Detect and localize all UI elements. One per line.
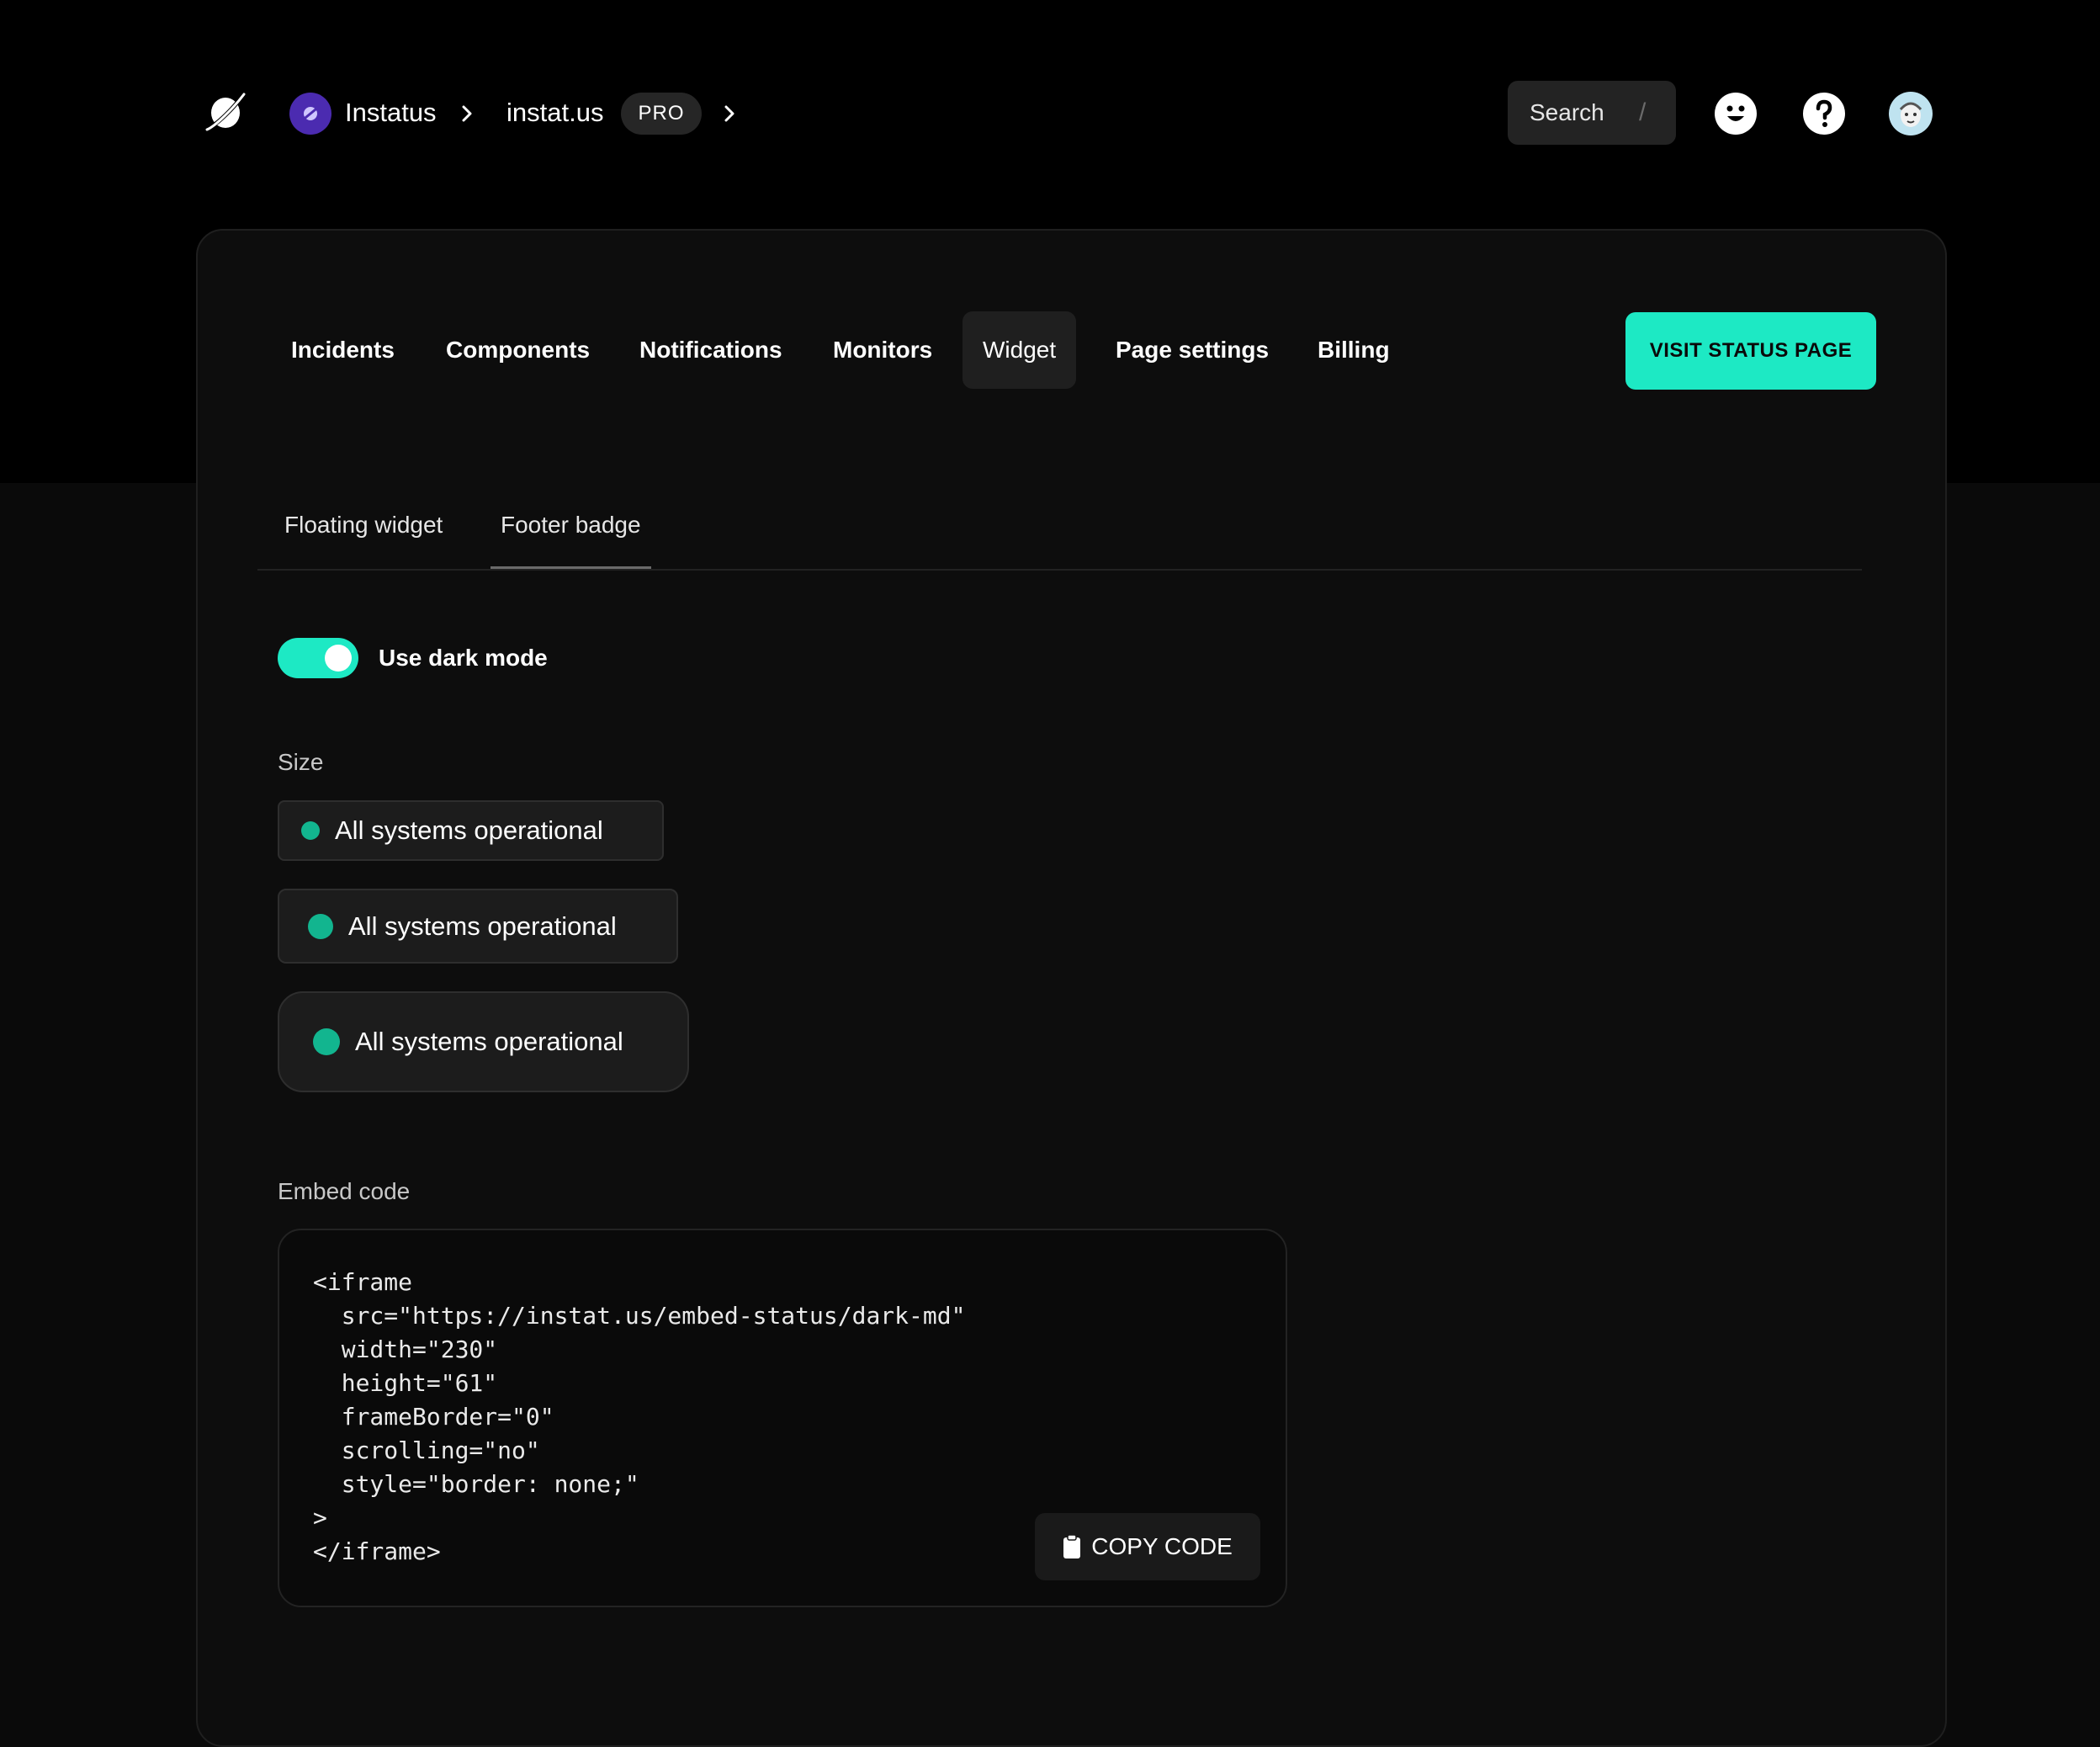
copy-code-button[interactable]: COPY CODE xyxy=(1035,1513,1260,1580)
user-avatar[interactable] xyxy=(1888,91,1933,136)
size-option-label: All systems operational xyxy=(348,911,617,941)
clipboard-icon xyxy=(1063,1534,1081,1558)
dark-mode-toggle[interactable] xyxy=(278,638,358,678)
subtab-floating-widget[interactable]: Floating widget xyxy=(284,505,443,545)
breadcrumb-page[interactable]: instat.us xyxy=(506,94,603,131)
size-option-medium[interactable]: All systems operational xyxy=(278,889,678,964)
embed-code-box[interactable]: <iframe src="https://instat.us/embed-sta… xyxy=(278,1229,1287,1607)
copy-code-label: COPY CODE xyxy=(1091,1533,1233,1559)
size-option-small[interactable]: All systems operational xyxy=(278,800,664,861)
org-planet-icon xyxy=(300,104,321,123)
subtab-divider xyxy=(257,569,1862,571)
tab-components[interactable]: Components xyxy=(426,311,610,389)
smiley-icon[interactable] xyxy=(1713,91,1758,136)
embed-code[interactable]: <iframe src="https://instat.us/embed-sta… xyxy=(313,1266,965,1569)
breadcrumb-org[interactable]: Instatus xyxy=(345,94,437,131)
size-option-label: All systems operational xyxy=(335,815,603,845)
search-button[interactable]: Search / xyxy=(1508,81,1676,145)
size-option-large[interactable]: All systems operational xyxy=(278,991,689,1092)
top-bar: Instatus instat.us PRO Search / xyxy=(0,0,2100,227)
search-shortcut: / xyxy=(1639,98,1647,126)
status-dot xyxy=(308,913,333,939)
embed-code-label: Embed code xyxy=(278,1178,411,1204)
tab-billing[interactable]: Billing xyxy=(1297,311,1410,389)
toggle-knob xyxy=(325,645,352,672)
size-label: Size xyxy=(278,749,324,775)
org-avatar[interactable] xyxy=(289,93,331,135)
tab-monitors[interactable]: Monitors xyxy=(813,311,952,389)
visit-status-page-button[interactable]: VISIT STATUS PAGE xyxy=(1625,312,1876,390)
tab-page-settings[interactable]: Page settings xyxy=(1095,311,1289,389)
subtab-footer-badge[interactable]: Footer badge xyxy=(501,505,641,545)
tab-incidents[interactable]: Incidents xyxy=(271,311,415,389)
chevron-right-icon[interactable] xyxy=(717,99,742,128)
tab-notifications[interactable]: Notifications xyxy=(619,311,803,389)
chevron-right-icon xyxy=(462,105,472,122)
dark-mode-label: Use dark mode xyxy=(379,645,548,671)
search-label: Search xyxy=(1530,99,1604,125)
size-option-label: All systems operational xyxy=(355,1027,623,1056)
tab-widget[interactable]: Widget xyxy=(962,311,1077,389)
status-dot xyxy=(301,821,320,840)
plan-badge: PRO xyxy=(621,93,702,135)
help-icon[interactable] xyxy=(1801,91,1847,136)
status-dot xyxy=(313,1028,340,1055)
planet-logo-icon[interactable] xyxy=(205,89,246,136)
